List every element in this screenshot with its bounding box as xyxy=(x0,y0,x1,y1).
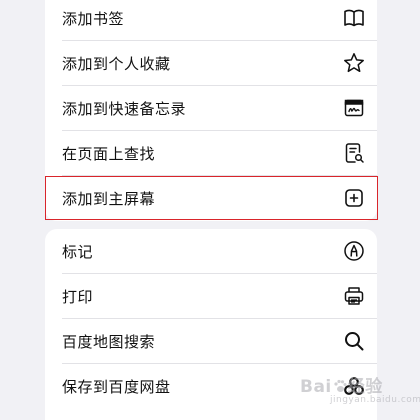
find-on-page-label: 在页面上查找 xyxy=(62,144,156,163)
search-icon xyxy=(342,329,366,353)
star-icon xyxy=(342,51,366,75)
baidu-map-search-label: 百度地图搜索 xyxy=(62,332,156,351)
add-bookmark-label: 添加书签 xyxy=(62,9,125,28)
add-to-favorites-item[interactable]: 添加到个人收藏 xyxy=(45,41,377,85)
watermark-subtext: jingyan.baidu.com xyxy=(330,395,420,405)
find-in-page-icon xyxy=(342,141,366,165)
find-on-page-item[interactable]: 在页面上查找 xyxy=(45,131,377,175)
save-to-baidu-netdisk-label: 保存到百度网盘 xyxy=(62,377,171,396)
add-to-quick-note-label: 添加到快速备忘录 xyxy=(62,99,187,118)
paw-logo-icon xyxy=(334,379,347,392)
add-to-home-screen-label: 添加到主屏幕 xyxy=(62,189,156,208)
print-item[interactable]: 打印 xyxy=(45,274,377,318)
plus-square-icon xyxy=(342,186,366,210)
add-to-home-screen-item[interactable]: 添加到主屏幕 xyxy=(45,176,377,220)
baidu-map-search-item[interactable]: 百度地图搜索 xyxy=(45,319,377,363)
quick-note-icon xyxy=(342,96,366,120)
add-to-quick-note-item[interactable]: 添加到快速备忘录 xyxy=(45,86,377,130)
markup-pen-icon xyxy=(342,239,366,263)
markup-item[interactable]: 标记 xyxy=(45,229,377,273)
print-label: 打印 xyxy=(62,287,94,306)
book-icon xyxy=(342,6,366,30)
printer-icon xyxy=(342,284,366,308)
markup-label: 标记 xyxy=(62,242,94,261)
share-sheet: 添加书签 添加到个人收藏 添加到快速备忘录 在页面上查找 添加到主屏幕 标记 打… xyxy=(0,0,420,420)
actions-group-primary: 添加书签 添加到个人收藏 添加到快速备忘录 在页面上查找 添加到主屏幕 xyxy=(45,0,377,221)
watermark-text-right: 经验 xyxy=(347,377,383,397)
add-bookmark-item[interactable]: 添加书签 xyxy=(45,0,377,40)
watermark-text-left: Bai xyxy=(300,377,332,397)
baidu-watermark: Bai 经验 jingyan.baidu.com xyxy=(300,372,420,412)
add-to-favorites-label: 添加到个人收藏 xyxy=(62,54,171,73)
